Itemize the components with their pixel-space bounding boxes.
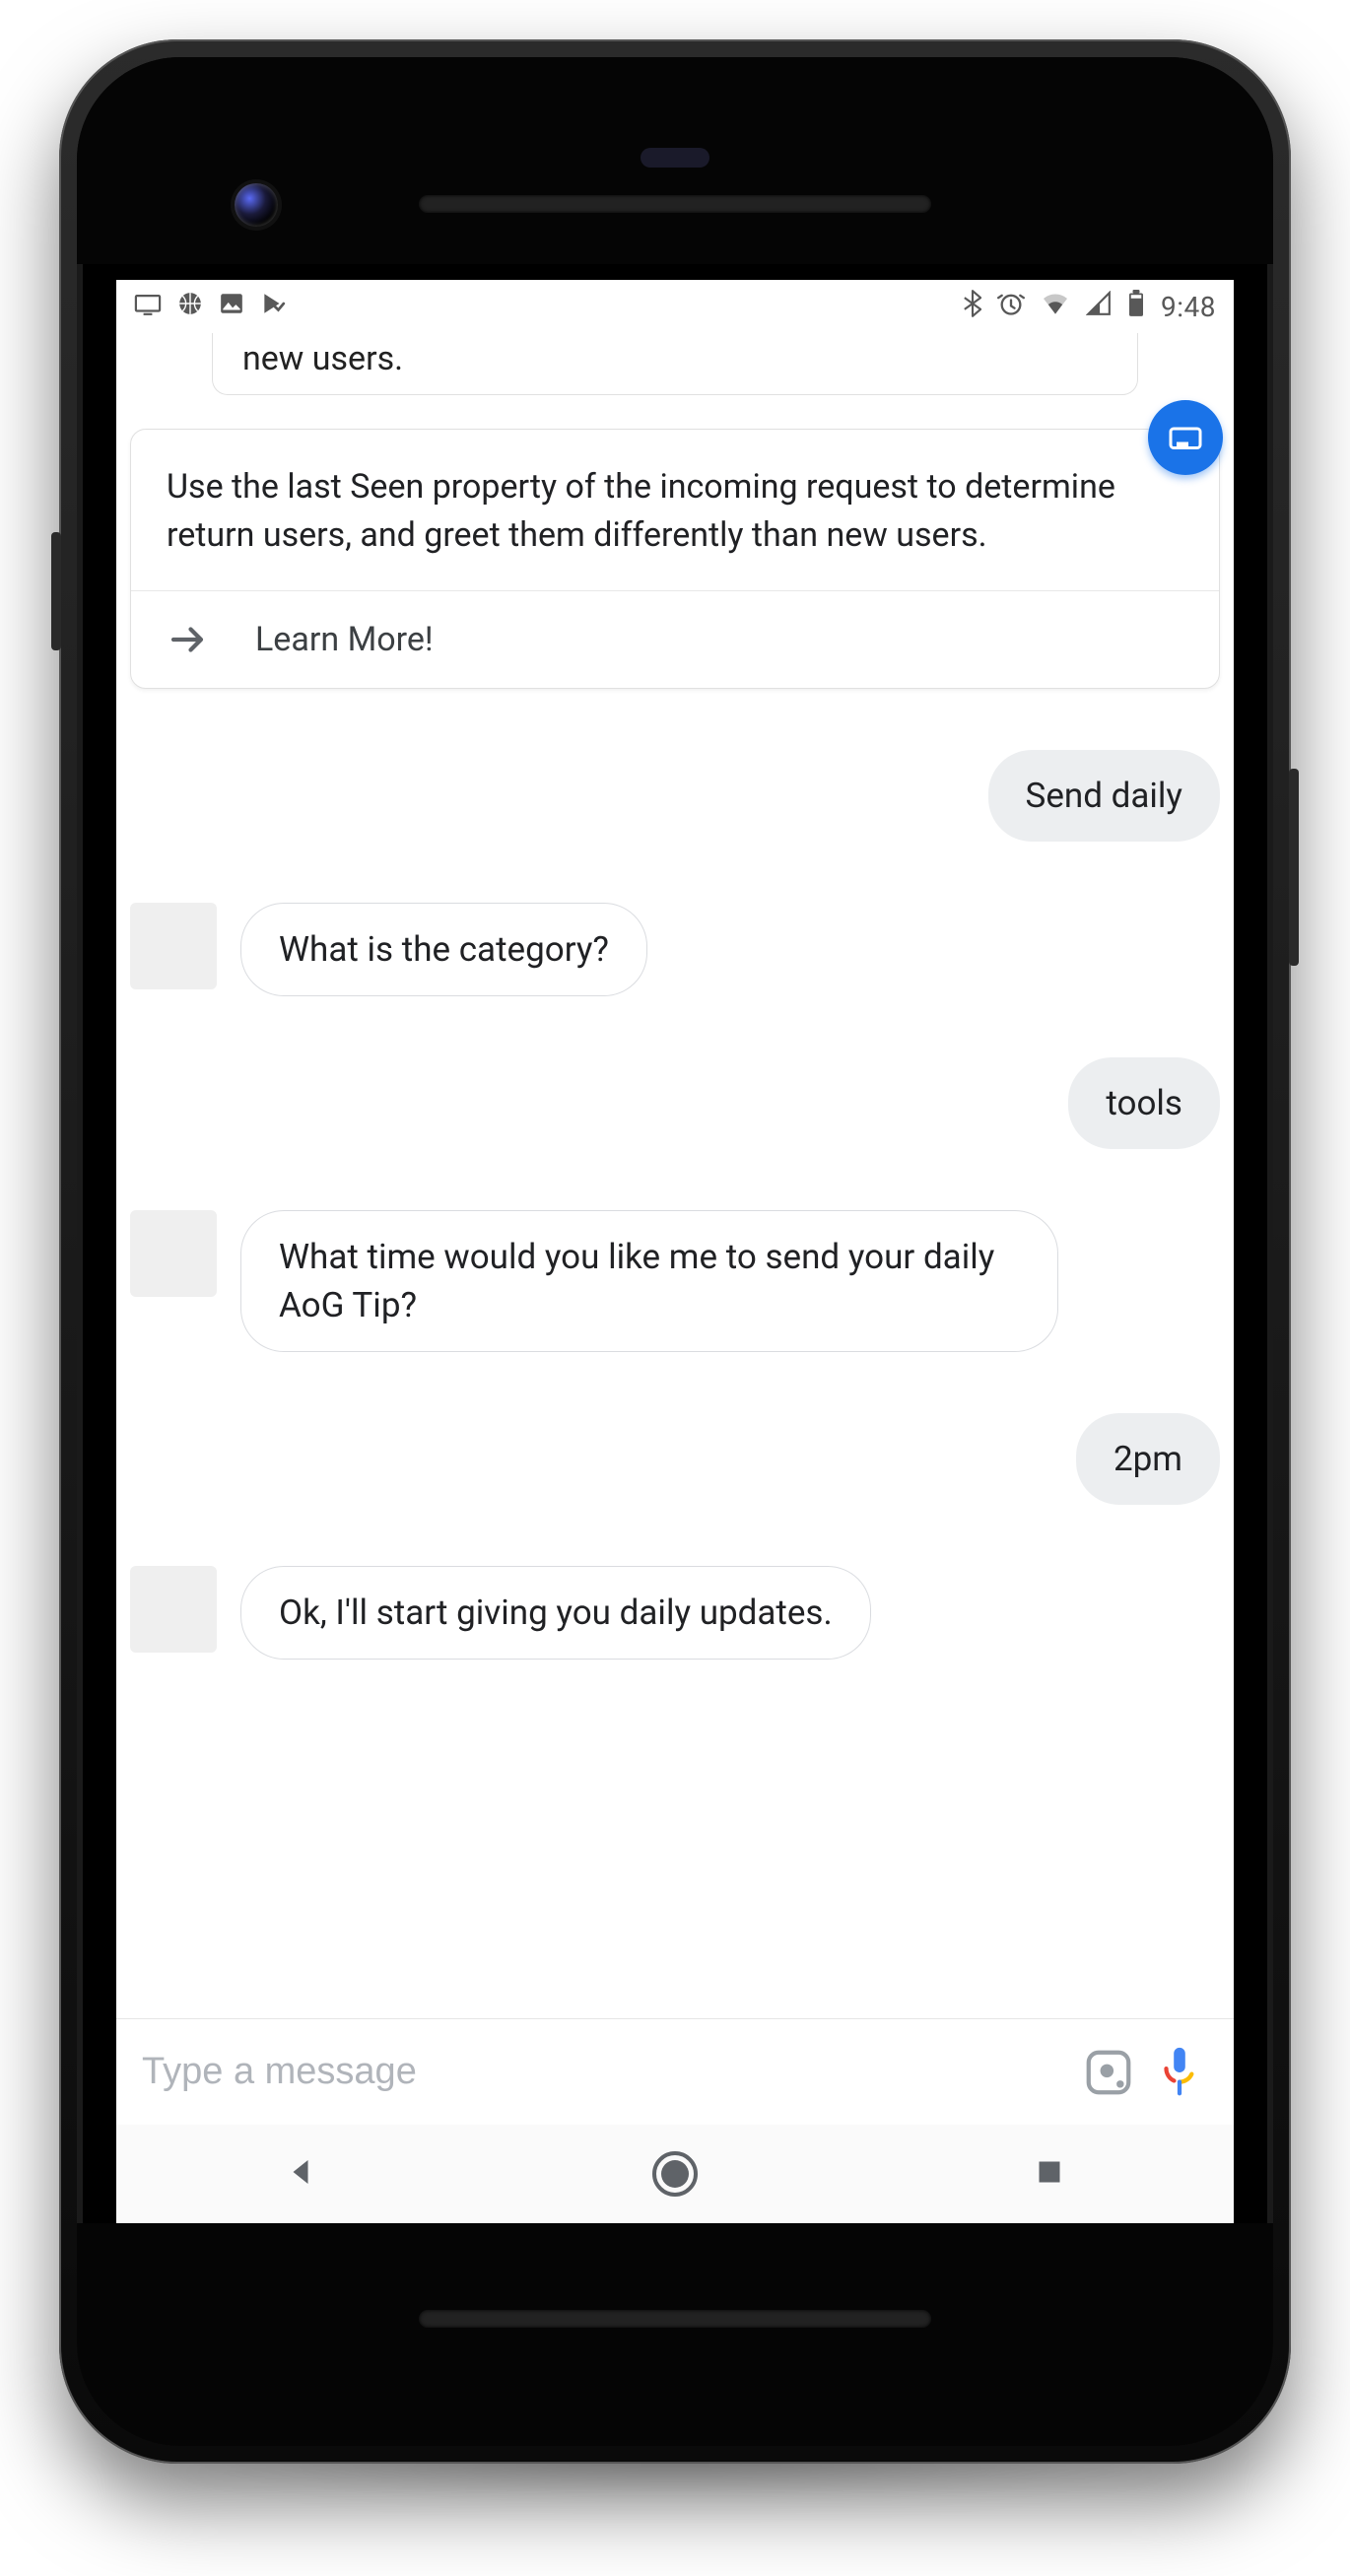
assistant-avatar xyxy=(130,1210,217,1297)
message-row-assistant: Ok, I'll start giving you daily updates. xyxy=(130,1566,1220,1660)
proximity-sensor xyxy=(641,148,709,168)
assistant-bubble[interactable]: What time would you like me to send your… xyxy=(240,1210,1058,1352)
bottom-bezel xyxy=(77,2223,1273,2446)
user-bubble[interactable]: Send daily xyxy=(988,750,1220,842)
previous-card-peek: new users. xyxy=(212,333,1138,395)
agent-badge-icon xyxy=(1148,400,1223,475)
basketball-icon xyxy=(177,291,203,323)
top-bezel xyxy=(77,57,1273,264)
message-row-user: 2pm xyxy=(130,1413,1220,1505)
message-row-assistant: What time would you like me to send your… xyxy=(130,1210,1220,1352)
user-bubble[interactable]: tools xyxy=(1068,1057,1220,1149)
nav-recents-button[interactable] xyxy=(1032,2154,1067,2194)
tip-card-action[interactable]: Learn More! xyxy=(131,590,1219,688)
screen: 9:48 new users. Use the last Seen proper… xyxy=(116,280,1234,2223)
battery-icon xyxy=(1127,290,1145,324)
cell-signal-icon xyxy=(1086,291,1112,323)
nav-home-button[interactable] xyxy=(652,2151,698,2197)
arrow-right-icon xyxy=(167,619,208,660)
assistant-bubble[interactable]: Ok, I'll start giving you daily updates. xyxy=(240,1566,871,1660)
phone-frame: 9:48 new users. Use the last Seen proper… xyxy=(59,39,1291,2464)
mic-icon[interactable] xyxy=(1155,2046,1208,2099)
assistant-bubble[interactable]: What is the category? xyxy=(240,903,647,996)
status-time: 9:48 xyxy=(1161,291,1216,323)
chat-scroll[interactable]: new users. Use the last Seen property of… xyxy=(116,333,1234,2018)
play-checked-icon xyxy=(260,291,286,323)
message-row-user: Send daily xyxy=(130,750,1220,842)
alarm-icon xyxy=(997,290,1025,324)
bottom-speaker xyxy=(419,2310,931,2328)
lens-icon[interactable] xyxy=(1082,2046,1135,2099)
wifi-icon xyxy=(1041,291,1070,323)
display-icon xyxy=(134,291,162,323)
bluetooth-icon xyxy=(964,290,981,324)
nav-back-button[interactable] xyxy=(283,2154,318,2194)
peek-text: new users. xyxy=(242,339,403,378)
compose-bar xyxy=(116,2018,1234,2125)
earpiece-speaker xyxy=(419,195,931,213)
message-row-user: tools xyxy=(130,1057,1220,1149)
volume-button xyxy=(51,532,61,650)
tip-action-label: Learn More! xyxy=(255,620,434,659)
status-bar: 9:48 xyxy=(116,280,1234,333)
assistant-avatar xyxy=(130,903,217,989)
image-icon xyxy=(219,291,244,323)
message-row-assistant: What is the category? xyxy=(130,903,1220,996)
tip-card: Use the last Seen property of the incomi… xyxy=(130,429,1220,689)
front-camera xyxy=(235,183,278,227)
user-bubble[interactable]: 2pm xyxy=(1076,1413,1220,1505)
tip-card-body: Use the last Seen property of the incomi… xyxy=(131,430,1219,590)
message-input[interactable] xyxy=(142,2051,1062,2093)
power-button xyxy=(1289,769,1299,966)
assistant-avatar xyxy=(130,1566,217,1653)
android-nav-bar xyxy=(116,2125,1234,2223)
